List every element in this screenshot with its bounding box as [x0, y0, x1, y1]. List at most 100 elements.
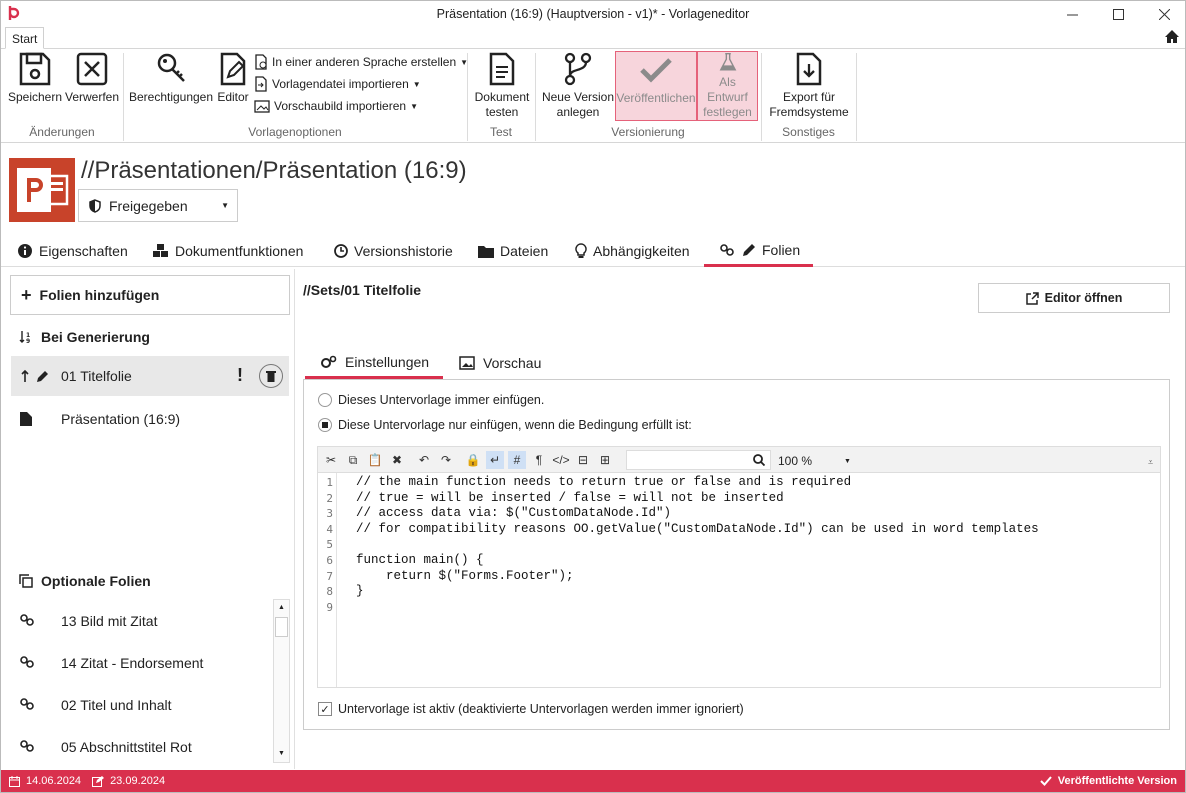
create-in-language-button[interactable]: In einer anderen Sprache erstellen ▼ — [254, 54, 468, 70]
dropdown-arrow-icon: ▼ — [410, 101, 418, 111]
edit-document-icon — [220, 52, 246, 86]
link-icon — [20, 740, 34, 752]
language-document-icon — [255, 54, 267, 70]
move-up-icon[interactable] — [20, 369, 48, 383]
save-icon — [19, 52, 51, 86]
tab-version-history-label: Versionshistorie — [354, 243, 453, 259]
radio-circle[interactable] — [318, 393, 332, 407]
line-numbers-icon[interactable]: # — [508, 451, 526, 469]
flask-icon — [719, 52, 736, 71]
window-title: Präsentation (16:9) (Hauptversion - v1)*… — [436, 7, 750, 21]
code-editor[interactable]: ✂ ⧉ 📋 ✖ ↶ ↷ 🔒 ↵ # ¶ </> ⊟ ⊞ 100 % ▼ ⩡ 1 … — [317, 446, 1161, 688]
overflow-icon[interactable]: ⩡ — [1148, 457, 1153, 468]
tab-settings[interactable]: Einstellungen — [305, 347, 443, 379]
export-icon — [796, 52, 822, 86]
add-slides-button[interactable]: + Folien hinzufügen — [10, 275, 290, 315]
redo-icon[interactable]: ↷ — [437, 451, 455, 469]
new-version-button[interactable]: Neue Version anlegen — [541, 51, 615, 121]
save-button[interactable]: Speichern — [7, 51, 63, 121]
pilcrow-icon[interactable]: ¶ — [530, 451, 548, 469]
add-slides-label: Folien hinzufügen — [39, 287, 160, 303]
ribbon-tab-bar: Start — [1, 27, 1185, 49]
dropdown-arrow-icon: ▼ — [412, 79, 421, 89]
cut-icon[interactable]: ✂ — [322, 451, 340, 469]
list-item-selected[interactable]: 01 Titelfolie ! — [11, 356, 289, 396]
search-icon[interactable] — [750, 451, 768, 469]
list-item-label: 14 Zitat - Endorsement — [61, 655, 204, 671]
list-item-label: 05 Abschnittstitel Rot — [61, 739, 192, 755]
collapse-icon[interactable]: ⊟ — [574, 451, 592, 469]
open-editor-button[interactable]: Editor öffnen — [978, 283, 1170, 313]
maximize-button[interactable] — [1095, 1, 1141, 27]
scroll-up-icon[interactable]: ▲ — [274, 600, 289, 616]
settings-panel: Dieses Untervorlage immer einfügen. Dies… — [303, 379, 1170, 730]
editor-button[interactable]: Editor — [215, 51, 251, 121]
scroll-down-icon[interactable]: ▼ — [274, 746, 289, 762]
paste-icon[interactable]: 📋 — [366, 451, 384, 469]
close-button[interactable] — [1141, 1, 1186, 27]
home-icon[interactable] — [1164, 29, 1180, 44]
tab-preview-label: Vorschau — [483, 355, 542, 371]
tab-preview[interactable]: Vorschau — [459, 347, 541, 379]
powerpoint-logo — [9, 158, 75, 222]
lightbulb-icon — [575, 243, 587, 258]
publish-button[interactable]: Veröffentlichen — [615, 51, 697, 121]
import-preview-button[interactable]: Vorschaubild importieren ▼ — [254, 98, 418, 114]
code-icon[interactable]: </> — [552, 451, 570, 469]
ribbon-tab-start[interactable]: Start — [5, 27, 45, 49]
create-in-language-label: In einer anderen Sprache erstellen — [272, 55, 457, 69]
chevron-down-icon: ▼ — [221, 201, 229, 210]
set-as-draft-label-2: festlegen — [703, 105, 752, 119]
list-item-label: Präsentation (16:9) — [61, 411, 181, 427]
scroll-thumb[interactable] — [275, 617, 288, 637]
delete-icon[interactable]: ✖ — [388, 451, 406, 469]
lock-icon[interactable]: 🔒 — [464, 451, 482, 469]
tab-dependencies[interactable]: Abhängigkeiten — [575, 235, 690, 267]
cubes-icon — [153, 244, 168, 257]
tab-version-history[interactable]: Versionshistorie — [334, 235, 453, 267]
list-item[interactable]: 13 Bild mit Zitat — [11, 601, 269, 641]
tab-slides[interactable]: Folien — [704, 235, 813, 267]
copy-icon[interactable]: ⧉ — [344, 451, 362, 469]
permissions-button[interactable]: Berechtigungen — [129, 51, 213, 121]
image-icon — [254, 100, 270, 113]
page-title: //Präsentationen/Präsentation (16:9) — [81, 157, 467, 184]
optional-slides-scrollbar[interactable]: ▲ ▼ — [273, 599, 290, 763]
code-content[interactable]: // the main function needs to return tru… — [356, 475, 1039, 600]
radio-always-insert[interactable]: Dieses Untervorlage immer einfügen. — [318, 393, 544, 407]
pencil-icon — [743, 243, 755, 256]
undo-icon[interactable]: ↶ — [415, 451, 433, 469]
plus-icon: + — [21, 284, 32, 305]
list-item[interactable]: 14 Zitat - Endorsement — [11, 643, 269, 683]
discard-button[interactable]: Verwerfen — [63, 51, 121, 121]
tab-files[interactable]: Dateien — [478, 235, 548, 267]
zoom-dropdown[interactable]: 100 % ▼ — [778, 452, 852, 470]
list-item[interactable]: 02 Titel und Inhalt — [11, 685, 269, 725]
export-button[interactable]: Export für Fremdsysteme — [765, 51, 853, 121]
import-template-file-button[interactable]: Vorlagendatei importieren ▼ — [254, 76, 421, 92]
link-icon — [20, 698, 34, 710]
clock-icon — [334, 244, 348, 258]
export-label-1: Export für — [782, 90, 836, 104]
optional-slides-label: Optionale Folien — [41, 573, 151, 589]
group-label-test: Test — [489, 125, 512, 139]
key-users-icon — [157, 53, 185, 82]
radio-circle-selected[interactable] — [318, 418, 332, 432]
minimize-button[interactable] — [1049, 1, 1095, 27]
tab-document-functions[interactable]: Dokumentfunktionen — [153, 235, 303, 267]
checkbox-checked[interactable]: ✓ — [318, 702, 332, 716]
status-dropdown[interactable]: Freigegeben ▼ — [78, 189, 238, 222]
list-item[interactable]: 05 Abschnittstitel Rot — [11, 727, 269, 767]
list-item[interactable]: Präsentation (16:9) — [11, 399, 289, 439]
test-document-button[interactable]: Dokument testen — [471, 51, 533, 121]
radio-conditional-insert[interactable]: Diese Untervorlage nur einfügen, wenn di… — [318, 418, 692, 432]
expand-icon[interactable]: ⊞ — [596, 451, 614, 469]
delete-button[interactable] — [259, 364, 283, 388]
on-generation-heading: 19 Bei Generierung — [19, 329, 150, 345]
active-checkbox-row[interactable]: ✓ Untervorlage ist aktiv (deaktivierte U… — [318, 702, 744, 716]
tab-properties-label: Eigenschaften — [39, 243, 128, 259]
export-label-2: Fremdsysteme — [769, 105, 849, 119]
word-wrap-icon[interactable]: ↵ — [486, 451, 504, 469]
set-as-draft-button[interactable]: Als Entwurf festlegen — [697, 51, 758, 121]
tab-properties[interactable]: Eigenschaften — [17, 235, 128, 267]
